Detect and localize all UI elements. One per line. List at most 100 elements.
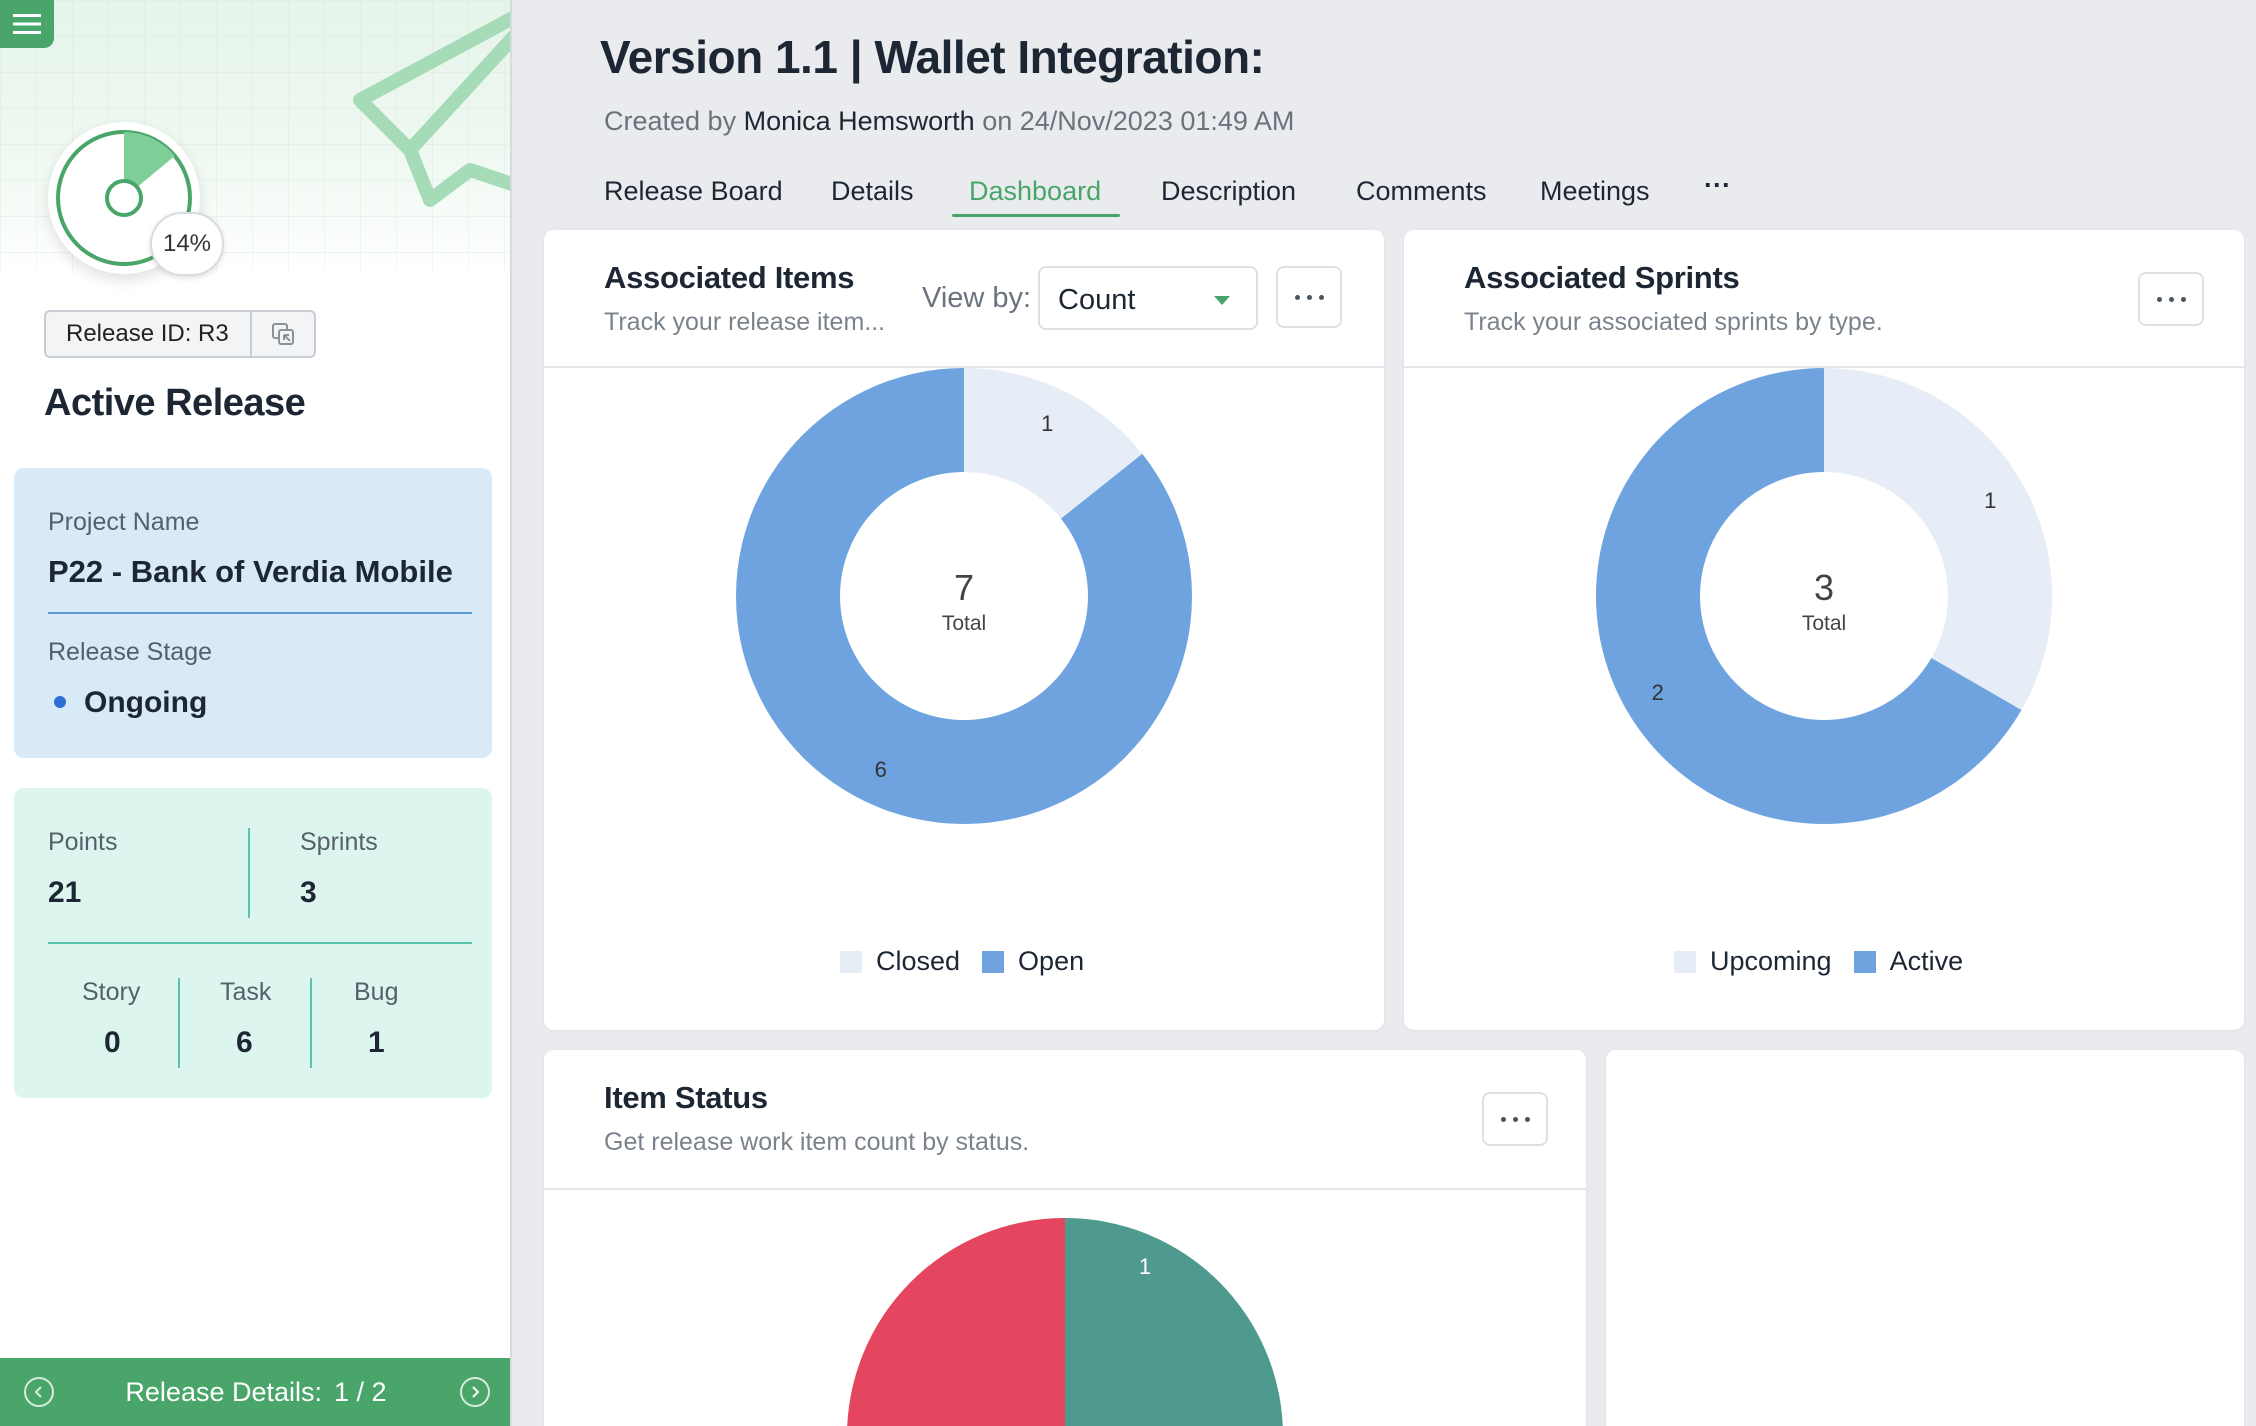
status-slice-red[interactable] xyxy=(847,1218,1065,1426)
release-id-chip: Release ID: R3 xyxy=(44,310,316,358)
associated-items-more-button[interactable] xyxy=(1276,266,1342,328)
chevron-right-icon xyxy=(472,1386,480,1398)
active-tab-indicator xyxy=(952,214,1120,217)
next-release-button[interactable] xyxy=(460,1377,490,1407)
associated-sprints-card: Associated Sprints Track your associated… xyxy=(1404,230,2244,1030)
items-value-label: 6 xyxy=(875,757,887,782)
tab-release-board[interactable]: Release Board xyxy=(604,176,783,207)
legend-item-closed[interactable]: Closed xyxy=(840,946,960,977)
more-horizontal-icon xyxy=(2156,296,2186,302)
stats-divider xyxy=(48,942,472,944)
sprints-total-label: Total xyxy=(1802,612,1846,635)
author-link[interactable]: Monica Hemsworth xyxy=(744,106,975,136)
stage-status-dot xyxy=(54,696,66,708)
sprints-value: 3 xyxy=(300,876,317,909)
view-by-label: View by: xyxy=(922,282,1032,314)
item-status-subtitle: Get release work item count by status. xyxy=(604,1128,1030,1156)
points-value: 21 xyxy=(48,876,82,909)
legend-label: Upcoming xyxy=(1710,946,1832,976)
active-release-heading: Active Release xyxy=(44,382,306,424)
created-prefix: Created by xyxy=(604,106,737,136)
progress-percent-badge: 14% xyxy=(150,212,224,276)
associated-items-subtitle: Track your release item... xyxy=(604,308,886,336)
legend-label: Closed xyxy=(876,946,961,976)
hamburger-icon xyxy=(13,14,41,34)
stats-divider xyxy=(310,978,312,1068)
tab-details[interactable]: Details xyxy=(831,176,914,207)
associated-items-legend: Closed Open xyxy=(840,946,1092,977)
associated-sprints-title: Associated Sprints xyxy=(1464,260,1740,295)
legend-swatch xyxy=(1674,950,1696,973)
items-value-label: 1 xyxy=(1041,411,1053,436)
more-horizontal-icon xyxy=(1294,294,1324,300)
more-tabs-button[interactable]: ··· xyxy=(1704,170,1731,201)
tab-dashboard[interactable]: Dashboard xyxy=(969,176,1101,207)
copy-release-id-button[interactable] xyxy=(250,312,314,356)
task-value: 6 xyxy=(236,1026,253,1059)
item-status-card: Item Status Get release work item count … xyxy=(544,1050,1586,1426)
sprints-value-label: 1 xyxy=(1984,488,1996,513)
project-name-label: Project Name xyxy=(48,508,200,536)
associated-sprints-donut-chart: 1 2 3 Total xyxy=(1596,368,2052,824)
tab-comments[interactable]: Comments xyxy=(1356,176,1487,207)
associated-sprints-legend: Upcoming Active xyxy=(1674,946,1971,977)
stats-divider xyxy=(248,828,250,918)
menu-button[interactable] xyxy=(0,0,54,48)
sprints-value-label: 2 xyxy=(1652,680,1664,705)
caret-down-icon xyxy=(1214,296,1230,305)
project-name-underline xyxy=(48,612,472,614)
items-total-label: Total xyxy=(942,612,986,635)
legend-swatch xyxy=(840,950,862,973)
more-horizontal-icon xyxy=(1500,1116,1530,1122)
release-sidebar: 14% Release ID: R3 Active Release Projec… xyxy=(0,0,512,1426)
page-title: Version 1.1 | Wallet Integration: xyxy=(600,31,1265,83)
release-details-footer: Release Details: 1 / 2 xyxy=(0,1358,510,1426)
empty-widget-card xyxy=(1606,1050,2244,1426)
legend-item-upcoming[interactable]: Upcoming xyxy=(1674,946,1832,977)
chevron-left-icon xyxy=(34,1386,42,1398)
release-details-pager: 1 / 2 xyxy=(334,1376,387,1407)
view-by-value: Count xyxy=(1058,284,1136,316)
legend-label: Active xyxy=(1889,946,1964,976)
item-status-title: Item Status xyxy=(604,1080,768,1115)
release-stage-value: Ongoing xyxy=(84,686,208,719)
legend-swatch xyxy=(982,950,1005,973)
release-id-label: Release ID: R3 xyxy=(66,320,229,347)
release-details-label: Release Details: xyxy=(125,1376,323,1407)
sprints-slice-upcoming[interactable] xyxy=(1824,368,2052,710)
associated-items-card: Associated Items Track your release item… xyxy=(544,230,1384,1030)
created-date: on 24/Nov/2023 01:49 AM xyxy=(982,106,1295,136)
release-stage-label: Release Stage xyxy=(48,638,213,666)
legend-swatch xyxy=(1853,950,1876,973)
tab-meetings[interactable]: Meetings xyxy=(1540,176,1650,207)
project-name-value: P22 - Bank of Verdia Mobile xyxy=(48,554,453,589)
task-label: Task xyxy=(220,978,272,1006)
sprints-total-value: 3 xyxy=(1814,567,1834,608)
status-value-label: 1 xyxy=(1139,1254,1151,1279)
associated-sprints-subtitle: Track your associated sprints by type. xyxy=(1464,308,1883,336)
stats-divider xyxy=(178,978,180,1068)
associated-items-donut-chart: 1 6 7 Total xyxy=(736,368,1192,824)
legend-item-active[interactable]: Active xyxy=(1853,946,1964,977)
bug-label: Bug xyxy=(354,978,399,1006)
points-label: Points xyxy=(48,828,118,856)
story-value: 0 xyxy=(104,1026,121,1059)
legend-label: Open xyxy=(1018,946,1085,976)
bug-value: 1 xyxy=(368,1026,385,1059)
previous-release-button[interactable] xyxy=(24,1377,54,1407)
copy-icon xyxy=(272,323,294,345)
item-status-pie-chart: 1 xyxy=(847,1218,1283,1426)
associated-sprints-more-button[interactable] xyxy=(2138,272,2204,326)
item-status-more-button[interactable] xyxy=(1482,1092,1548,1146)
associated-items-title: Associated Items xyxy=(604,260,855,295)
items-total-value: 7 xyxy=(954,567,974,608)
tab-description[interactable]: Description xyxy=(1161,176,1296,207)
status-slice-teal[interactable] xyxy=(1065,1218,1283,1426)
release-stats-card: Points 21 Sprints 3 Story 0 Task 6 Bug 1 xyxy=(14,788,492,1098)
story-label: Story xyxy=(82,978,141,1006)
legend-item-open[interactable]: Open xyxy=(982,946,1084,977)
project-info-card: Project Name P22 - Bank of Verdia Mobile… xyxy=(14,468,492,758)
sprints-label: Sprints xyxy=(300,828,378,856)
view-by-dropdown[interactable]: Count xyxy=(1038,266,1258,330)
created-info: Created by Monica Hemsworth on 24/Nov/20… xyxy=(604,106,1294,137)
